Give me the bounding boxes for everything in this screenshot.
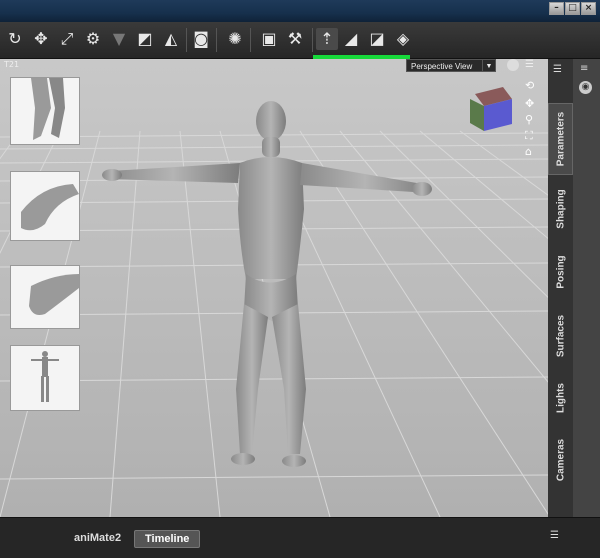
home-icon[interactable]: ⌂	[525, 145, 532, 158]
chevron-down-icon[interactable]: ▼	[482, 60, 495, 71]
orbit-icon[interactable]: ⟲	[525, 79, 534, 92]
tab-parameters[interactable]: Parameters	[548, 103, 573, 175]
view-name: Perspective View	[411, 62, 473, 71]
figure-thumbnail-icon	[31, 351, 59, 402]
render-icon[interactable]: ▣	[258, 28, 280, 50]
node-selection-icon[interactable]: ◭	[160, 28, 182, 50]
pose-thumbnail[interactable]	[10, 171, 80, 241]
scene-canvas	[0, 59, 548, 517]
pose-thumbnail[interactable]	[10, 265, 80, 329]
view-selector[interactable]: Perspective View ▼	[406, 59, 496, 72]
shaping-tool-icon[interactable]: ◢	[340, 28, 362, 50]
joint-editor-icon[interactable]: ⚙	[82, 28, 104, 50]
toolbar-separator	[250, 28, 251, 52]
toolbar-separator	[186, 28, 187, 52]
tab-timeline[interactable]: Timeline	[134, 530, 201, 548]
window-title-bar: – □ ×	[0, 0, 600, 22]
window-controls: – □ ×	[549, 2, 596, 15]
toolbar-separator	[216, 28, 217, 52]
tab-surfaces[interactable]: Surfaces	[548, 305, 573, 367]
viewport-label: T21	[4, 60, 20, 69]
bottom-pane-bar: aniMate2 Timeline ☰	[0, 517, 600, 558]
tab-lights[interactable]: Lights	[548, 373, 573, 423]
settings-icon[interactable]: ✺	[224, 28, 246, 50]
pan-icon[interactable]: ✥	[525, 97, 534, 110]
translate-icon[interactable]: ✥	[30, 28, 52, 50]
maximize-button[interactable]: □	[565, 2, 580, 15]
pane-options-icon[interactable]: ≡	[580, 63, 588, 74]
tab-shaping[interactable]: Shaping	[548, 181, 573, 237]
minimize-button[interactable]: –	[549, 2, 564, 15]
side-tab-strip: ☰ Parameters Shaping Posing Surfaces Lig…	[548, 59, 573, 519]
figure-tool-icon[interactable]: ⇡	[316, 28, 338, 50]
spot-render-icon[interactable]: ◪	[366, 28, 388, 50]
feet-thumbnail-icon	[31, 78, 65, 140]
camera-icon[interactable]: ◙	[190, 28, 212, 50]
paint-icon[interactable]: ◈	[392, 28, 414, 50]
cone-icon[interactable]: ▼	[108, 28, 130, 50]
draw-style-icon[interactable]	[507, 59, 519, 71]
hand-thumbnail-icon	[29, 274, 79, 315]
main-toolbar: ↻ ✥ ⤢ ⚙ ▼ ◩ ◭ ◙ ✺ ▣ ⚒ ⇡ ◢ ◪ ◈	[0, 22, 600, 59]
pose-thumbnail[interactable]	[10, 77, 80, 145]
toolbar-separator	[312, 28, 313, 52]
surface-selection-icon[interactable]: ◩	[134, 28, 156, 50]
hand-thumbnail-icon	[21, 184, 79, 231]
side-panel: ≡ ◉	[573, 59, 600, 517]
tab-posing[interactable]: Posing	[548, 245, 573, 299]
info-icon[interactable]: ◉	[579, 81, 592, 94]
close-button[interactable]: ×	[581, 2, 596, 15]
bottom-pane-menu-icon[interactable]: ☰	[550, 530, 559, 541]
tab-animate2[interactable]: aniMate2	[64, 530, 131, 546]
pane-menu-icon[interactable]: ☰	[553, 64, 562, 75]
render-settings-icon[interactable]: ⚒	[284, 28, 306, 50]
rotate-icon[interactable]: ↻	[4, 28, 26, 50]
menu-icon[interactable]: ☰	[525, 59, 534, 70]
frame-icon[interactable]: ⛶	[525, 129, 533, 143]
3d-viewport[interactable]: T21 Perspective View ▼ ☰ ⟲ ✥ ⚲ ⛶ ⌂	[0, 59, 548, 517]
tab-cameras[interactable]: Cameras	[548, 429, 573, 491]
scale-icon[interactable]: ⤢	[56, 28, 78, 50]
zoom-icon[interactable]: ⚲	[525, 113, 533, 126]
pose-thumbnail[interactable]	[10, 345, 80, 411]
